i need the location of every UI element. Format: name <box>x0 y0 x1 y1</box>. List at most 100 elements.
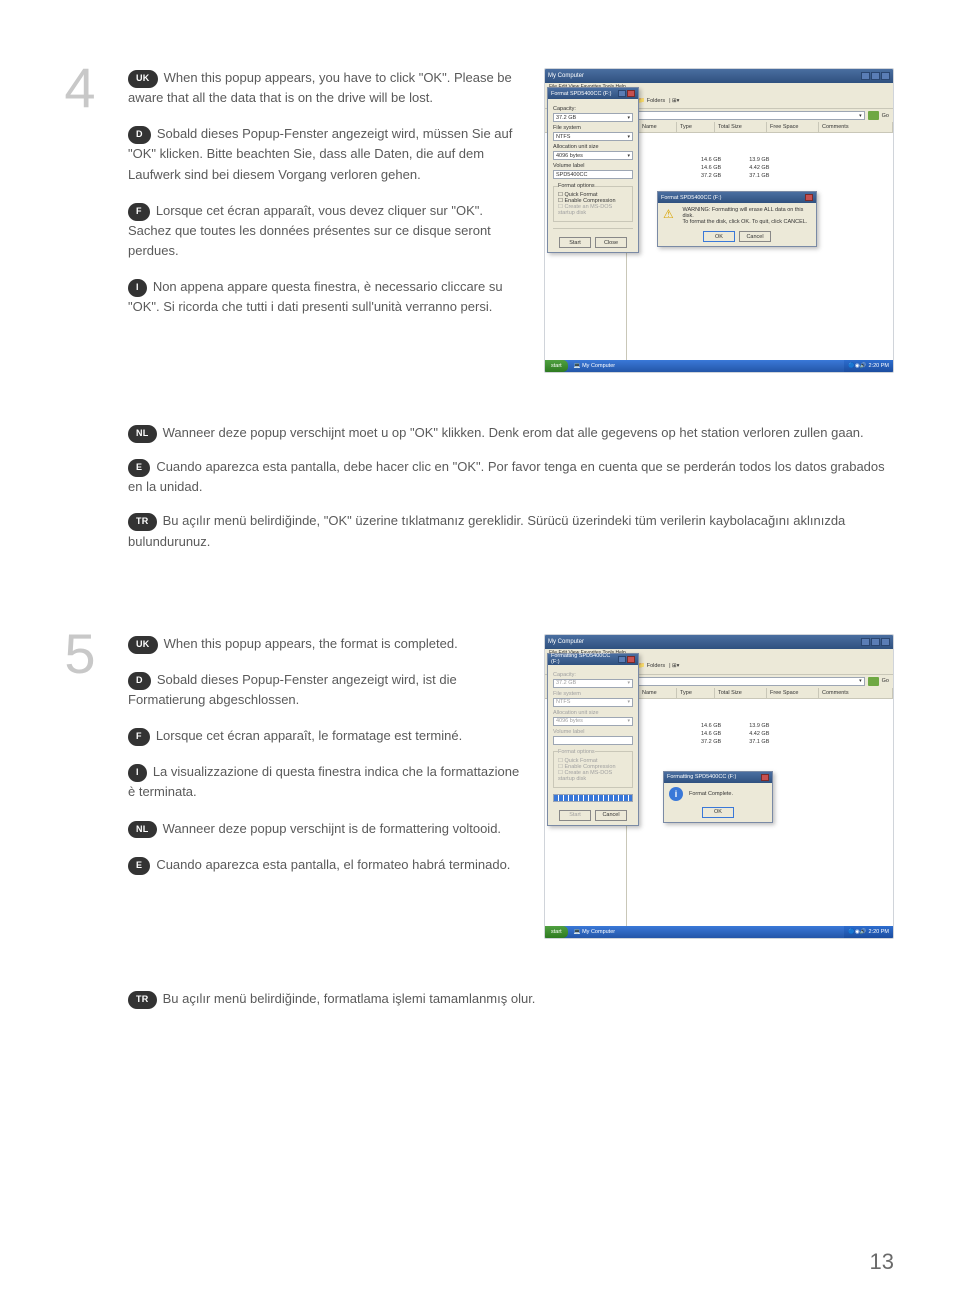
step-number-5: 5 <box>60 626 100 939</box>
lang-i: INon appena appare questa finestra, è ne… <box>128 277 524 317</box>
close-icon <box>881 638 890 646</box>
page-number: 13 <box>870 1249 894 1275</box>
badge-uk: UK <box>128 70 158 88</box>
step-5: 5 UKWhen this popup appears, the format … <box>60 626 894 939</box>
step-4-content: UKWhen this popup appears, you have to c… <box>128 60 894 373</box>
text-d: Sobald dieses Popup-Fenster angezeigt wi… <box>128 126 512 181</box>
badge-f: F <box>128 203 150 221</box>
badge-e: E <box>128 459 150 477</box>
go-button <box>868 111 879 120</box>
vol-label: Volume label <box>553 163 633 169</box>
minimize-icon <box>861 638 870 646</box>
warn-msg-1: WARNING: Formatting will erase ALL data … <box>682 207 811 219</box>
badge-i: I <box>128 279 147 297</box>
formatting-dialog: Formatting SPD5400CC (F:) Capacity: 37.2… <box>547 653 639 826</box>
formatting-titlebar: Formatting SPD5400CC (F:) <box>548 654 638 665</box>
capacity-label: Capacity: <box>553 106 633 112</box>
fs-select: NTFS▾ <box>553 698 633 707</box>
badge-nl: NL <box>128 425 157 443</box>
drive-row: 37.2 GB37.1 GB <box>633 173 887 179</box>
lang-nl: NL Wanneer deze popup verschijnt moet u o… <box>128 423 894 443</box>
text-tr: Bu açılır menü belirdiğinde, "OK" üzerin… <box>128 513 845 548</box>
alloc-select: 4096 bytes▾ <box>553 151 633 160</box>
maximize-icon <box>871 72 880 80</box>
lang-nl: NLWanneer deze popup verschijnt is de fo… <box>128 819 524 839</box>
complete-titlebar: Formatting SPD5400CC (F:) <box>664 772 772 783</box>
close-icon <box>627 656 635 663</box>
lang-i: ILa visualizzazione di questa finestra i… <box>128 762 524 802</box>
info-icon: i <box>669 787 683 801</box>
warning-icon: ⚠ <box>663 207 676 221</box>
window-title: My Computer <box>548 73 584 79</box>
drive-row: 14.6 GB13.9 GB <box>633 157 887 163</box>
lang-d: DSobald dieses Popup-Fenster angezeigt w… <box>128 670 524 710</box>
drive-row: 14.6 GB4.42 GB <box>633 165 887 171</box>
step-5-extra: TRBu açılır menü belirdiğinde, formatlam… <box>60 989 894 1009</box>
warn-msg-2: To format the disk, click OK. To quit, c… <box>682 219 811 225</box>
format-options: Format options ☐ Quick Format ☐ Enable C… <box>553 183 633 222</box>
lang-tr: TRBu açılır menü belirdiğinde, formatlam… <box>128 989 894 1009</box>
help-icon <box>618 656 626 663</box>
screenshot-step4: My Computer File Edit View Favorites Too… <box>544 68 894 373</box>
capacity-select: 37.2 GB▾ <box>553 679 633 688</box>
fs-select: NTFS▾ <box>553 132 633 141</box>
col-total: Total Size <box>715 122 767 132</box>
main-pane: 14.6 GB13.9 GB 14.6 GB4.42 GB 37.2 GB37.… <box>627 699 893 926</box>
badge-tr: TR <box>128 513 157 531</box>
complete-dialog: Formatting SPD5400CC (F:) i Format Compl… <box>663 771 773 823</box>
lang-uk: UKWhen this popup appears, you have to c… <box>128 68 524 108</box>
start-button: Start <box>559 810 591 821</box>
lang-d: DSobald dieses Popup-Fenster angezeigt w… <box>128 124 524 184</box>
lang-uk: UKWhen this popup appears, the format is… <box>128 634 524 654</box>
go-button <box>868 677 879 686</box>
drive-row: 14.6 GB13.9 GB <box>633 723 887 729</box>
start-button: start <box>545 360 568 372</box>
taskbar-item: 💻 My Computer <box>568 929 621 935</box>
alloc-select: 4096 bytes▾ <box>553 717 633 726</box>
fs-label: File system <box>553 125 633 131</box>
document-page: 4 UKWhen this popup appears, you have to… <box>0 0 954 1063</box>
close-button: Close <box>595 237 627 248</box>
taskbar: start 💻 My Computer 🔵◉🔊2:20 PM <box>545 360 893 372</box>
warning-titlebar: Format SPD5400CC (F:) <box>658 192 816 203</box>
lang-f: FLorsque cet écran apparaît, le formatag… <box>128 726 524 746</box>
lang-tr: TRBu açılır menü belirdiğinde, "OK" üzer… <box>128 511 894 551</box>
text-i: Non appena appare questa finestra, è nec… <box>128 279 503 314</box>
cancel-button: Cancel <box>595 810 627 821</box>
close-icon <box>761 774 769 781</box>
text-nl: Wanneer deze popup verschijnt moet u op … <box>163 425 864 440</box>
step-4: 4 UKWhen this popup appears, you have to… <box>60 60 894 373</box>
lang-e: ECuando aparezca esta pantalla, el forma… <box>128 855 524 875</box>
drive-row: 14.6 GB4.42 GB <box>633 731 887 737</box>
taskbar: start 💻 My Computer 🔵◉🔊2:20 PM <box>545 926 893 938</box>
vol-input: SPD5400CC <box>553 170 633 179</box>
format-dialog-titlebar: Format SPD5400CC (F:) <box>548 88 638 99</box>
text-e: Cuando aparezca esta pantalla, debe hace… <box>128 459 885 494</box>
col-name: Name <box>639 122 677 132</box>
system-tray: 🔵◉🔊2:20 PM <box>844 360 893 372</box>
close-icon <box>805 194 813 201</box>
warning-dialog: Format SPD5400CC (F:) ⚠ WARNING: Formatt… <box>657 191 817 247</box>
col-free: Free Space <box>767 122 819 132</box>
progress-bar <box>553 794 633 802</box>
ok-button: OK <box>703 231 735 242</box>
capacity-select: 37.2 GB▾ <box>553 113 633 122</box>
ok-button: OK <box>702 807 734 818</box>
text-uk: When this popup appears, you have to cli… <box>128 70 512 105</box>
screenshot-step5: My Computer File Edit View Favorites Too… <box>544 634 894 939</box>
folders-label: Folders <box>647 98 665 104</box>
close-icon <box>627 90 635 97</box>
lang-f: FLorsque cet écran apparaît, vous devez … <box>128 201 524 261</box>
alloc-label: Allocation unit size <box>553 144 633 150</box>
taskbar-item: 💻 My Computer <box>568 363 621 369</box>
lang-e: ECuando aparezca esta pantalla, debe hac… <box>128 457 894 497</box>
text-f: Lorsque cet écran apparaît, vous devez c… <box>128 203 491 258</box>
drive-row: 37.2 GB37.1 GB <box>633 739 887 745</box>
close-icon <box>881 72 890 80</box>
step-5-content: UKWhen this popup appears, the format is… <box>128 626 894 939</box>
window-title: My Computer <box>548 639 584 645</box>
window-titlebar: My Computer <box>545 635 893 649</box>
step-number-4: 4 <box>60 60 100 373</box>
vol-input <box>553 736 633 745</box>
complete-msg: Format Complete. <box>689 791 733 797</box>
